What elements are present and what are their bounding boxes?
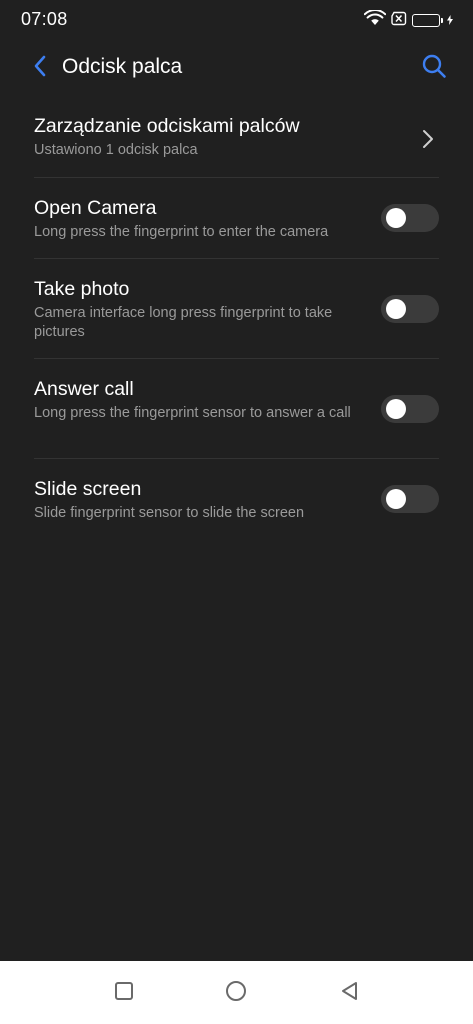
- triangle-back-icon: [339, 980, 361, 1007]
- home-button[interactable]: [222, 979, 250, 1007]
- back-button[interactable]: [26, 54, 54, 82]
- no-sim-icon: [390, 11, 408, 31]
- nav-back-button[interactable]: [336, 979, 364, 1007]
- search-button[interactable]: [419, 53, 449, 83]
- divider: [34, 258, 439, 259]
- row-subtitle: Camera interface long press fingerprint …: [34, 305, 333, 340]
- setting-slide-screen[interactable]: Slide screen Slide fingerprint sensor to…: [34, 477, 439, 525]
- row-subtitle: Slide fingerprint sensor to slide the sc…: [34, 505, 305, 521]
- open-camera-toggle[interactable]: [381, 204, 439, 232]
- take-photo-toggle[interactable]: [381, 295, 439, 323]
- search-icon: [421, 53, 447, 84]
- setting-answer-call[interactable]: Answer call Long press the fingerprint s…: [34, 377, 439, 441]
- chevron-left-icon: [33, 55, 47, 82]
- row-title: Open Camera: [34, 197, 157, 219]
- row-subtitle: Ustawiono 1 odcisk palca: [34, 142, 198, 158]
- divider: [34, 458, 439, 459]
- setting-open-camera[interactable]: Open Camera Long press the fingerprint t…: [34, 196, 439, 244]
- navigation-bar: [0, 961, 473, 1024]
- recents-button[interactable]: [110, 979, 138, 1007]
- row-title: Take photo: [34, 278, 130, 300]
- row-title: Answer call: [34, 378, 134, 400]
- page-title: Odcisk palca: [62, 55, 183, 78]
- battery-icon: 39: [412, 14, 443, 27]
- row-title: Slide screen: [34, 478, 142, 500]
- battery-percent: 39: [420, 14, 432, 26]
- status-bar: 07:08 39: [0, 0, 473, 40]
- toggle-knob: [386, 489, 406, 509]
- divider: [34, 177, 439, 178]
- toggle-knob: [386, 399, 406, 419]
- app-bar: Odcisk palca: [0, 44, 473, 92]
- row-subtitle: Long press the fingerprint to enter the …: [34, 224, 329, 240]
- status-time: 07:08: [21, 9, 68, 29]
- row-subtitle: Long press the fingerprint sensor to ans…: [34, 405, 351, 421]
- square-icon: [113, 980, 135, 1007]
- status-icons: 39: [363, 9, 453, 31]
- setting-take-photo[interactable]: Take photo Camera interface long press f…: [34, 277, 439, 341]
- manage-fingerprints-item[interactable]: Zarządzanie odciskami palców Ustawiono 1…: [34, 114, 439, 166]
- toggle-knob: [386, 208, 406, 228]
- slide-screen-toggle[interactable]: [381, 485, 439, 513]
- chevron-right-icon: [421, 128, 435, 150]
- charging-icon: [447, 12, 453, 30]
- wifi-icon: [363, 9, 387, 31]
- row-title: Zarządzanie odciskami palców: [34, 115, 300, 137]
- answer-call-toggle[interactable]: [381, 395, 439, 423]
- toggle-knob: [386, 299, 406, 319]
- circle-icon: [224, 979, 248, 1008]
- divider: [34, 358, 439, 359]
